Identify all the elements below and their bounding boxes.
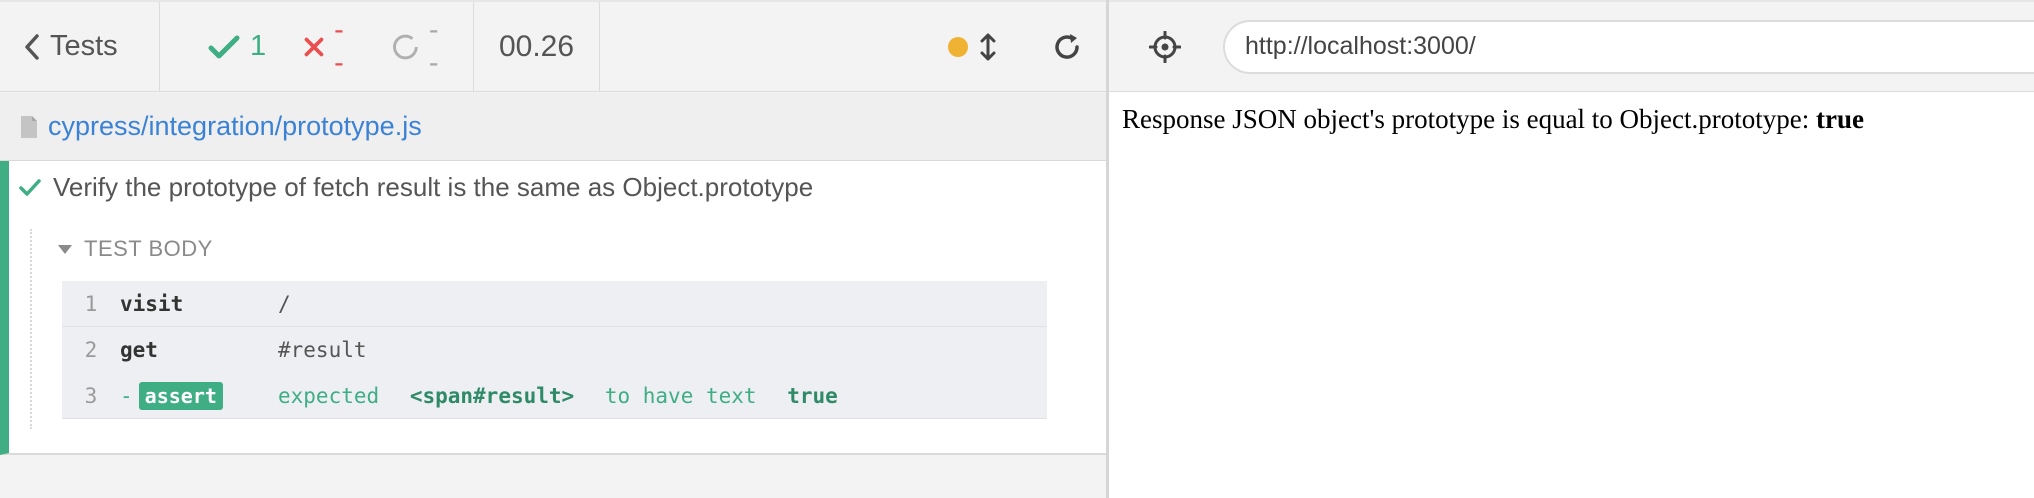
check-icon bbox=[19, 179, 41, 196]
x-icon bbox=[304, 37, 324, 56]
aut-header: http://localhost:3000/ bbox=[1109, 0, 2034, 92]
test-runnable: Verify the prototype of fetch result is … bbox=[0, 161, 1106, 455]
result-value: true bbox=[1816, 104, 1864, 134]
command-number: 2 bbox=[84, 338, 98, 362]
running-status-indicator bbox=[948, 36, 968, 57]
command-message: #result bbox=[278, 338, 367, 362]
passed-value: 1 bbox=[250, 30, 267, 62]
command-message: / bbox=[278, 291, 291, 316]
test-title-row[interactable]: Verify the prototype of fetch result is … bbox=[9, 161, 1106, 213]
command-name: - assert bbox=[120, 381, 278, 410]
chevron-left-icon bbox=[25, 33, 39, 60]
hook-header[interactable]: TEST BODY bbox=[32, 229, 1050, 269]
passed-count[interactable]: 1 bbox=[208, 30, 266, 63]
pending-value: -- bbox=[428, 13, 439, 79]
failed-count[interactable]: -- bbox=[304, 14, 350, 80]
reporter-footer bbox=[0, 455, 1106, 498]
app-under-test-panel: http://localhost:3000/ Response JSON obj… bbox=[1109, 0, 2034, 498]
command-row[interactable]: 2 get #result bbox=[62, 327, 1047, 373]
failed-value: -- bbox=[334, 13, 344, 79]
command-dash: - bbox=[120, 383, 133, 408]
command-name: get bbox=[120, 338, 158, 362]
tests-label: Tests bbox=[50, 30, 118, 62]
tests-back-link[interactable]: Tests bbox=[0, 2, 160, 91]
url-text: http://localhost:3000/ bbox=[1245, 32, 1476, 60]
command-name: visit bbox=[120, 291, 184, 316]
assert-message: expected <span#result> to have text true bbox=[278, 384, 856, 408]
command-number: 1 bbox=[84, 291, 98, 316]
resize-icon[interactable] bbox=[980, 32, 996, 62]
header-controls bbox=[600, 2, 1106, 91]
test-title: Verify the prototype of fetch result is … bbox=[53, 171, 814, 202]
stats-group: 1 -- -- bbox=[160, 2, 474, 91]
command-row[interactable]: 1 visit / bbox=[62, 281, 1047, 327]
reporter-panel: Tests 1 -- -- 00.26 cypress/integration/… bbox=[0, 0, 1106, 498]
reload-icon[interactable] bbox=[1052, 32, 1082, 62]
assert-value: true bbox=[787, 383, 838, 408]
assert-badge: assert bbox=[138, 381, 223, 410]
spec-file-link[interactable]: cypress/integration/prototype.js bbox=[48, 111, 422, 142]
spec-file-bar: cypress/integration/prototype.js bbox=[0, 93, 1106, 161]
assert-subject: <span#result> bbox=[409, 383, 575, 408]
url-bar[interactable]: http://localhost:3000/ bbox=[1223, 19, 2034, 74]
hook-label: TEST BODY bbox=[84, 236, 213, 261]
assert-part: expected bbox=[278, 383, 380, 408]
pending-count[interactable]: -- bbox=[392, 14, 445, 80]
spinner-icon bbox=[393, 34, 418, 59]
response-text: Response JSON object's prototype is equa… bbox=[1122, 104, 1817, 134]
assert-part: to have text bbox=[604, 383, 757, 408]
aut-page-content: Response JSON object's prototype is equa… bbox=[1122, 104, 1864, 135]
command-list: 1 visit / 2 get #result 3 - assert expec… bbox=[62, 281, 1047, 419]
reporter-header: Tests 1 -- -- 00.26 bbox=[0, 0, 1106, 92]
file-icon bbox=[21, 115, 37, 138]
duration: 00.26 bbox=[474, 2, 600, 91]
test-body-section: TEST BODY 1 visit / 2 get #result 3 - as… bbox=[30, 229, 1050, 429]
command-number: 3 bbox=[84, 383, 98, 408]
check-icon bbox=[208, 35, 240, 58]
crosshair-icon[interactable] bbox=[1149, 30, 1181, 63]
caret-down-icon bbox=[58, 244, 72, 254]
command-row-assert[interactable]: 3 - assert expected <span#result> to hav… bbox=[62, 373, 1047, 419]
